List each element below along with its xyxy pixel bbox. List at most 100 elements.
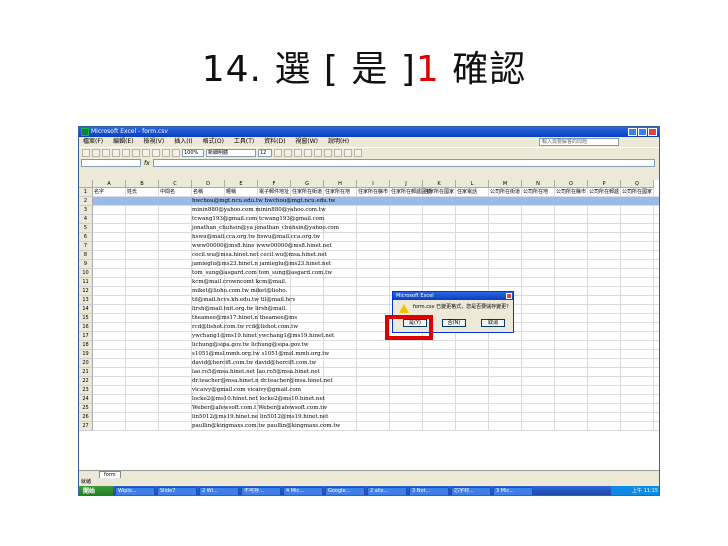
align-left-icon[interactable] — [304, 149, 312, 157]
sum-icon[interactable] — [162, 149, 170, 157]
table-row[interactable]: 24 locke2@ms10.hinet.net locke2@ms10.hine… — [79, 395, 659, 404]
header-cell[interactable]: 姓氏 — [127, 188, 137, 197]
header-cell[interactable]: 公司所在縣市 — [556, 188, 586, 197]
underline-icon[interactable] — [294, 149, 302, 157]
sort-icon[interactable] — [172, 149, 180, 157]
table-row[interactable]: 21 lao.ro5@msa.hinet.net lao.ro5@msa.hine… — [79, 368, 659, 377]
table-row[interactable]: 7 www00000@ms8.hine www00000@ms8.hinet.ne… — [79, 242, 659, 251]
column-header[interactable]: I — [357, 180, 390, 188]
row-text[interactable]: minin880@yahoo.com minin880@yahoo.com.tw — [192, 206, 326, 215]
row-text[interactable]: david@hercift.com.tw david@hercift.com.t… — [192, 359, 316, 368]
taskbar-item[interactable]: 芯宇材... — [451, 487, 491, 495]
column-header[interactable]: J — [390, 180, 423, 188]
table-row[interactable]: 11 kcm@mail.crowncomt kcm@mail. — [79, 278, 659, 287]
row-text[interactable]: hwchou@mgt.ncu.edu.tw hwchou@mgt.ncu.edu… — [192, 197, 335, 206]
column-header[interactable]: F — [258, 180, 291, 188]
italic-icon[interactable] — [284, 149, 292, 157]
row-text[interactable]: paullin@kingmaxs.com.tw paullin@kingmaxs… — [192, 422, 340, 431]
table-row[interactable]: 9 jamieglu@ms23.hinet.n jamieglu@ms23.hin… — [79, 260, 659, 269]
help-search-input[interactable]: 輸入需要解答的問題 — [539, 138, 619, 146]
save-icon[interactable] — [102, 149, 110, 157]
copy-icon[interactable] — [132, 149, 140, 157]
column-header[interactable]: O — [555, 180, 588, 188]
row-number[interactable]: 1 — [79, 188, 93, 197]
cut-icon[interactable] — [122, 149, 130, 157]
row-text[interactable]: locke2@ms10.hinet.net locke2@ms10.hinet.… — [192, 395, 325, 404]
align-center-icon[interactable] — [314, 149, 322, 157]
row-text[interactable]: dr.teacher@msa.hinet.n dr.teacher@msa.hi… — [192, 377, 333, 386]
header-cell[interactable]: 公司所在國家 — [622, 188, 652, 197]
table-row[interactable]: 20 david@hercift.com.tw david@hercift.com… — [79, 359, 659, 368]
header-cell[interactable]: 住家所在街道 — [292, 188, 322, 197]
fx-icon[interactable]: fx — [144, 160, 150, 167]
header-cell[interactable]: 名字 — [94, 188, 104, 197]
header-cell[interactable]: 公司所在街道 — [490, 188, 520, 197]
menu-view[interactable]: 檢視(V) — [143, 138, 164, 145]
fill-color-icon[interactable] — [344, 149, 352, 157]
row-text[interactable]: Weber@afewsoft.com.t Weber@afewsoft.com.… — [192, 404, 327, 413]
table-row[interactable]: 4 tcwang193@gmail.com tcwang193@gmail.com — [79, 215, 659, 224]
table-row[interactable]: 12 miket@lioho.com.tw miket@lioho. — [79, 287, 659, 296]
column-header[interactable]: G — [291, 180, 324, 188]
column-header[interactable]: P — [588, 180, 621, 188]
menu-data[interactable]: 資料(D) — [264, 138, 285, 145]
row-text[interactable]: kcm@mail.crowncomt kcm@mail. — [192, 278, 287, 287]
taskbar-item[interactable]: Slide7 — [157, 487, 197, 495]
bold-icon[interactable] — [274, 149, 282, 157]
table-row[interactable]: 22 dr.teacher@msa.hinet.n dr.teacher@msa.… — [79, 377, 659, 386]
undo-icon[interactable] — [152, 149, 160, 157]
column-header[interactable]: L — [456, 180, 489, 188]
table-row[interactable]: 23 vicaivy@gmail.com vicaivy@gmail.com — [79, 386, 659, 395]
font-size-select[interactable]: 12 — [258, 149, 272, 157]
select-all-corner[interactable] — [79, 180, 93, 188]
column-header[interactable]: N — [522, 180, 555, 188]
table-row[interactable]: 16 rcd@lishot.com.tw rcd@lishot.com.tw — [79, 323, 659, 332]
open-icon[interactable] — [92, 149, 100, 157]
font-color-icon[interactable] — [354, 149, 362, 157]
column-header[interactable]: A — [93, 180, 126, 188]
menu-tools[interactable]: 工具(T) — [234, 138, 254, 145]
header-cell[interactable]: 住家所在國家 — [424, 188, 454, 197]
header-cell[interactable]: 公司所在郵遞 — [589, 188, 619, 197]
table-row[interactable]: 3 minin880@yahoo.com minin880@yahoo.com.t… — [79, 206, 659, 215]
font-select[interactable]: 新細明體 — [206, 149, 256, 157]
paste-icon[interactable] — [142, 149, 150, 157]
table-row[interactable]: 13 til@mail.hcvs.kh.edu.tw til@mail.hcv — [79, 296, 659, 305]
row-text[interactable]: miket@lioho.com.tw miket@lioho. — [192, 287, 287, 296]
header-cell[interactable]: 住家所在縣市 — [358, 188, 388, 197]
column-header[interactable]: C — [159, 180, 192, 188]
header-cell[interactable]: 住家電話 — [457, 188, 477, 197]
header-cell[interactable]: 中間名 — [160, 188, 175, 197]
row-text[interactable]: tcwang193@gmail.com tcwang193@gmail.com — [192, 215, 324, 224]
table-row[interactable]: 17 ywchang1@ms19.hinet ywchang1@ms19.hine… — [79, 332, 659, 341]
table-row[interactable]: 5 jonathan_chuhsin@ya jonathan_chuhsin@ya… — [79, 224, 659, 233]
name-box[interactable] — [81, 159, 141, 167]
menu-edit[interactable]: 編輯(E) — [113, 138, 133, 145]
header-cell[interactable]: 電子郵件地址 — [259, 188, 289, 197]
menu-file[interactable]: 檔案(F) — [83, 138, 103, 145]
taskbar-item[interactable]: 3 Not... — [409, 487, 449, 495]
close-icon[interactable] — [648, 128, 657, 136]
column-header[interactable]: E — [225, 180, 258, 188]
row-text[interactable]: lao.ro5@msa.hinet.net lao.ro5@msa.hinet.… — [192, 368, 320, 377]
menu-insert[interactable]: 插入(I) — [174, 138, 192, 145]
row-text[interactable]: hswu@mail.cca.org.tw hswu@mail.cca.org.t… — [192, 233, 320, 242]
zoom-select[interactable]: 100% — [182, 149, 204, 157]
header-cells[interactable]: 名字 姓氏 中間名 名稱 暱稱 電子郵件地址 住家所在街道 住家所在地 住家所在… — [93, 188, 659, 197]
header-cell[interactable]: 住家所在地 — [325, 188, 350, 197]
row-text[interactable]: cecil.wu@msa.hinet.net cecil.wu@msa.hine… — [192, 251, 327, 260]
taskbar-item[interactable]: Wiplo... — [115, 487, 155, 495]
row-text[interactable]: rcd@lishot.com.tw rcd@lishot.com.tw — [192, 323, 298, 332]
table-row[interactable]: 14 lirsh@mail.tnit.org.tw lirsh@mail. — [79, 305, 659, 314]
taskbar-item[interactable]: 不可存... — [241, 487, 281, 495]
borders-icon[interactable] — [334, 149, 342, 157]
cancel-button[interactable]: 取消 — [481, 319, 505, 327]
taskbar-item[interactable]: Google... — [325, 487, 365, 495]
start-button[interactable]: 開始 — [79, 486, 113, 495]
table-row[interactable]: 15 theamee@ms17.hinet.n theamee@ms — [79, 314, 659, 323]
menu-window[interactable]: 視窗(W) — [295, 138, 318, 145]
table-row[interactable]: 19 s1051@msl.mmh.org.tw s1051@msl.mmh.org… — [79, 350, 659, 359]
row-text[interactable]: s1051@msl.mmh.org.tw s1051@msl.mmh.org.t… — [192, 350, 329, 359]
column-header[interactable]: D — [192, 180, 225, 188]
print-icon[interactable] — [112, 149, 120, 157]
